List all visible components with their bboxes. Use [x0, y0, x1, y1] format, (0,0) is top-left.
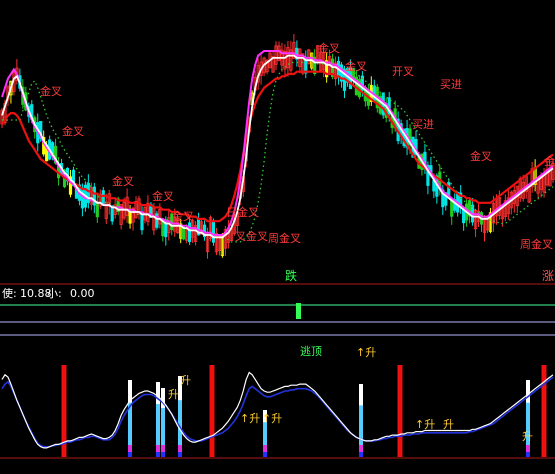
indicator-label: ↑升 — [415, 418, 435, 431]
signal-bar-cyan — [263, 422, 267, 445]
signal-label: 周金叉 — [520, 237, 553, 251]
signal-bar-blue — [359, 452, 363, 457]
indicator-label: 升 — [443, 418, 454, 431]
signal-bar-blue — [263, 452, 267, 457]
candle-body — [188, 222, 192, 243]
signal-bar-blue — [178, 452, 182, 457]
signal-bar-blue — [526, 452, 530, 457]
signal-label: 开叉 — [392, 65, 414, 78]
indicator-label: ↑升 — [356, 346, 376, 359]
indicator-header: 使: 10.88 小: 0.00 — [2, 287, 95, 300]
candle-body — [450, 200, 454, 217]
signal-bar-blue — [128, 452, 132, 457]
signal-label: 金叉 — [152, 189, 174, 203]
indicator-label: 升 — [522, 430, 533, 443]
candle-body — [101, 190, 105, 205]
signal-label: 周金叉 — [268, 231, 301, 245]
stock-chart: 金叉金叉金叉金叉金叉 日金叉周金叉叉金叉金叉金叉 开叉买进买进金叉周金叉金 跌 涨 … — [0, 0, 555, 474]
candle-body — [366, 92, 370, 106]
signal-bar-cyan — [178, 400, 182, 445]
signal-bar-blue — [161, 452, 165, 457]
candle-body — [211, 221, 216, 243]
signal-label: 金叉 — [172, 209, 194, 223]
candle-body — [164, 222, 168, 238]
green-marker — [296, 303, 301, 319]
signal-label: 金叉 — [345, 59, 367, 73]
signal-label: 叉金叉 — [235, 229, 268, 243]
signal-label: 金叉 — [470, 149, 492, 163]
divider-label-die: 跌 — [285, 268, 297, 283]
signal-bar-red — [397, 365, 403, 457]
signal-bar-cyan — [156, 404, 160, 445]
signal-label: 金 — [544, 154, 555, 168]
indicator-label: 逃顶 — [300, 345, 322, 358]
signal-bar-red — [209, 365, 215, 457]
signal-label: 金叉 — [318, 41, 340, 55]
signal-bar-blue — [156, 452, 160, 457]
divider-label-zhang: 涨 — [542, 268, 554, 283]
signal-label: 金叉 — [62, 124, 84, 138]
signal-label: 买进 — [440, 78, 462, 91]
signal-label: 日金叉 — [226, 205, 259, 219]
signal-label: 金叉 — [40, 84, 62, 98]
indicator-separator: 小: — [47, 287, 62, 300]
indicator-name: 使: — [2, 287, 17, 300]
signal-label: 金叉 — [112, 174, 134, 188]
candle-body — [95, 201, 99, 218]
indicator-label: ↑升 — [262, 412, 282, 425]
signal-bar-red — [541, 365, 547, 457]
signal-bar-cyan — [161, 407, 165, 445]
candle-body — [110, 207, 114, 222]
indicator-value-2: 0.00 — [70, 287, 95, 300]
indicator-label: 升 — [168, 388, 179, 401]
indicator-label: ↑升 — [240, 412, 260, 425]
candle-body — [80, 187, 85, 209]
candle-body — [128, 211, 132, 224]
signal-label: 买进 — [412, 118, 434, 131]
indicator-label: 升 — [180, 374, 191, 387]
